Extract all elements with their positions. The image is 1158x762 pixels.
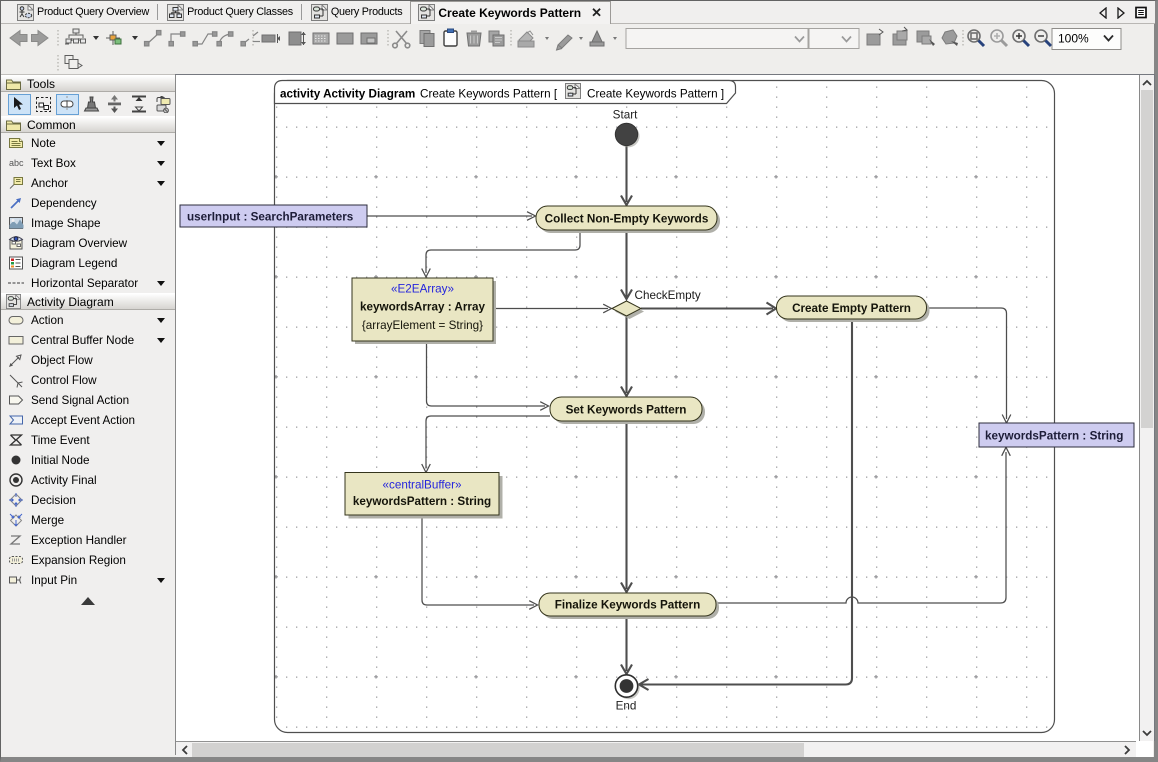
svg-text:{arrayElement = String}: {arrayElement = String} (362, 319, 483, 332)
svg-text:Create Keywords Pattern ]: Create Keywords Pattern ] (587, 88, 724, 101)
svg-text:userInput : SearchParameters: userInput : SearchParameters (187, 211, 354, 224)
svg-text:«centralBuffer»: «centralBuffer» (382, 479, 462, 492)
svg-text:activity Activity Diagram: activity Activity Diagram (280, 88, 415, 101)
svg-text:Finalize Keywords Pattern: Finalize Keywords Pattern (555, 599, 700, 612)
svg-text:Collect Non-Empty Keywords: Collect Non-Empty Keywords (545, 213, 709, 226)
svg-text:keywordsArray : Array: keywordsArray : Array (360, 301, 485, 314)
svg-text:abc: abc (9, 158, 24, 168)
svg-text:Create Empty Pattern: Create Empty Pattern (792, 302, 911, 315)
svg-text:Start: Start (613, 109, 638, 122)
svg-text:Create Keywords Pattern [: Create Keywords Pattern [ (420, 88, 558, 101)
svg-text:keywordsPattern : String: keywordsPattern : String (985, 430, 1123, 443)
svg-text:Set Keywords Pattern: Set Keywords Pattern (566, 404, 687, 417)
svg-text:«E2EArray»: «E2EArray» (391, 283, 455, 296)
svg-text:End: End (616, 700, 637, 713)
svg-text:CheckEmpty: CheckEmpty (635, 289, 701, 302)
svg-text:100%: 100% (1058, 32, 1089, 46)
svg-text:keywordsPattern : String: keywordsPattern : String (353, 495, 491, 508)
